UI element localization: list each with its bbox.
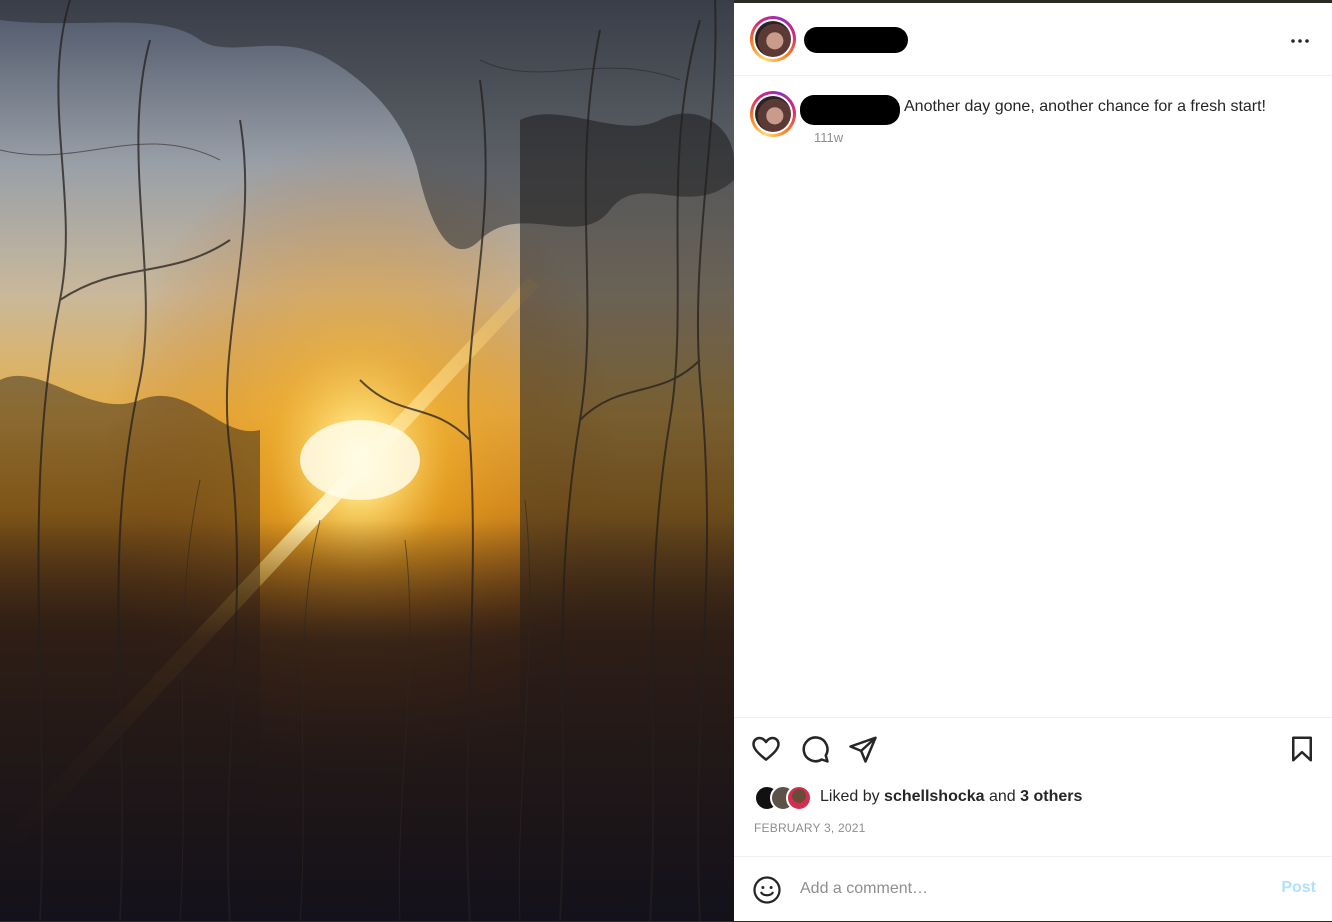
- redacted-caption-username: [800, 95, 900, 125]
- heart-icon[interactable]: [751, 734, 781, 764]
- post-details-panel: Another day gone, another chance for a f…: [734, 3, 1332, 921]
- post-comment-button[interactable]: Post: [1281, 879, 1316, 897]
- comment-bar: Post: [734, 856, 1332, 922]
- likes-text: Liked by schellshocka and 3 others: [820, 788, 1082, 806]
- smiley-icon[interactable]: [752, 875, 782, 905]
- post-photo[interactable]: [0, 0, 734, 921]
- post-modal: Another day gone, another chance for a f…: [0, 0, 1332, 921]
- sunset-forest-image: [0, 0, 734, 921]
- likes-others-link[interactable]: 3 others: [1020, 788, 1082, 805]
- caption-row: Another day gone, another chance for a f…: [734, 79, 1332, 159]
- redacted-username: [804, 27, 908, 53]
- caption-text: Another day gone, another chance for a f…: [904, 98, 1266, 115]
- likes-prefix: Liked by: [820, 788, 885, 805]
- likes-middle: and: [984, 788, 1021, 805]
- caption-author-avatar-photo: [755, 96, 791, 132]
- action-bar: [734, 717, 1332, 778]
- post-header: [734, 3, 1332, 76]
- likes-row: Liked by schellshocka and 3 others: [754, 783, 1082, 811]
- send-icon[interactable]: [848, 734, 878, 764]
- liker-avatar: [786, 785, 812, 811]
- comment-icon[interactable]: [800, 734, 830, 764]
- comment-input[interactable]: [800, 875, 1240, 903]
- time-ago[interactable]: 111w: [814, 130, 843, 145]
- caption-author-avatar[interactable]: [750, 91, 796, 137]
- more-options-icon[interactable]: [1288, 29, 1312, 53]
- bookmark-icon[interactable]: [1287, 734, 1317, 764]
- post-date[interactable]: FEBRUARY 3, 2021: [754, 821, 865, 835]
- liker-avatars[interactable]: [754, 784, 818, 811]
- author-avatar-photo: [755, 21, 791, 57]
- author-avatar[interactable]: [750, 16, 796, 62]
- liker-username-link[interactable]: schellshocka: [884, 788, 985, 805]
